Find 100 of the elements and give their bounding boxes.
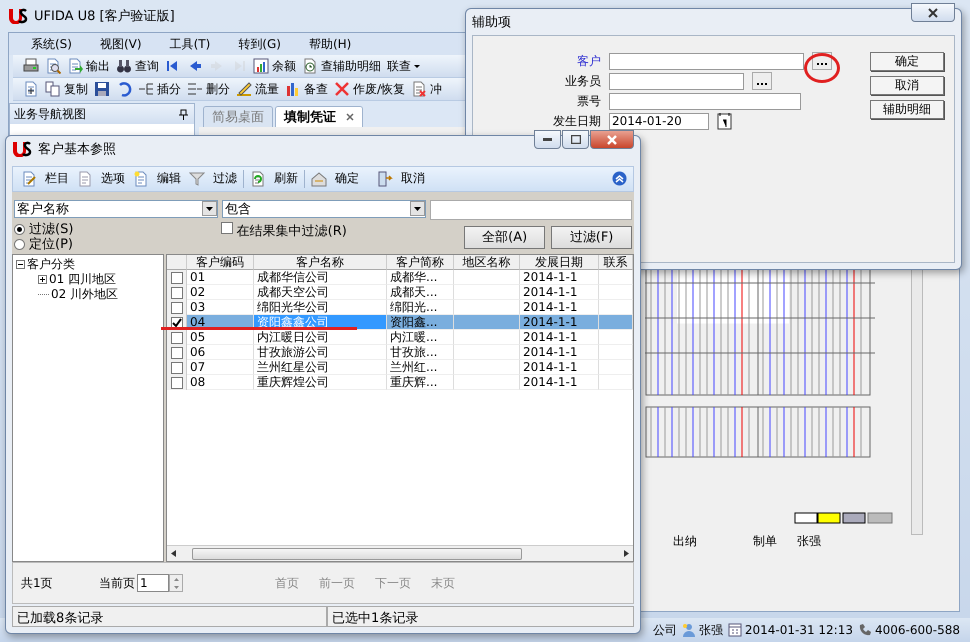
table-cell: 绵阳光... (387, 300, 454, 316)
scroll-right-icon (624, 550, 629, 558)
status-text: 2014-01-31 12:13 (744, 623, 853, 637)
filter-button[interactable]: 过滤(F) (551, 226, 632, 249)
toolbar-button[interactable]: 取消 (375, 169, 427, 188)
row-checkbox[interactable] (170, 346, 182, 359)
table-cell (454, 300, 520, 316)
toolbar-button[interactable]: 过滤 (187, 169, 239, 188)
row-checkbox[interactable] (170, 376, 182, 389)
horizontal-scrollbar[interactable] (167, 545, 633, 562)
table-cell: 内江暖... (387, 330, 454, 346)
toolbar-button[interactable]: 选项 (75, 169, 127, 188)
toolbar-button[interactable]: 编辑 (131, 169, 183, 188)
maximize-button[interactable] (562, 130, 589, 149)
signature-text: 张强 (797, 533, 822, 550)
row-checkbox[interactable] (170, 362, 182, 374)
toolbar-button[interactable]: 栏目 (19, 169, 71, 188)
table-cell: 甘孜旅游公司 (254, 345, 387, 360)
calendar-icon (717, 112, 732, 130)
user-icon (682, 623, 696, 637)
filter-value-field[interactable] (430, 200, 632, 220)
maximize-icon (570, 135, 580, 144)
tree-item[interactable]: 01 四川地区 (16, 272, 160, 288)
new-document-icon (23, 81, 39, 97)
spinner[interactable] (169, 574, 183, 592)
filter-button[interactable]: 全部(A) (464, 226, 546, 249)
clock-document-icon (302, 58, 318, 74)
toolbar-button[interactable] (92, 80, 112, 98)
toolbar-button[interactable]: 流量 (234, 80, 281, 98)
row-checkbox[interactable] (170, 316, 182, 329)
status-text: 已选中1条记录 (326, 606, 634, 627)
checkbox-option[interactable]: 在结果集中过滤(R) (220, 222, 458, 252)
row-checkbox[interactable] (170, 272, 182, 284)
printer-icon (23, 58, 39, 74)
row-checkbox[interactable] (170, 332, 182, 344)
column-header[interactable]: 联系 (599, 255, 633, 270)
row-checkbox[interactable] (170, 286, 182, 299)
field-label: 当前页 (99, 574, 135, 592)
lookup-button[interactable] (752, 72, 772, 90)
toolbar-button[interactable]: 刷新 (248, 169, 300, 188)
column-header[interactable]: 客户编码 (187, 255, 254, 270)
menu-item[interactable]: 视图(V) (96, 34, 146, 54)
toolbar-button[interactable]: 备查 (283, 80, 330, 98)
toolbar-button[interactable]: 确定 (309, 169, 361, 188)
collapse-icon (612, 171, 627, 186)
field-label: 业务员 (564, 72, 601, 90)
input-field[interactable] (609, 72, 744, 90)
toolbar-button[interactable]: 复制 (43, 80, 90, 98)
dialog-button[interactable]: 辅助明细 (870, 100, 944, 119)
radio-option[interactable]: 定位(P) (14, 236, 221, 252)
tab[interactable]: 填制凭证 (275, 106, 363, 127)
toolbar-button[interactable]: 删分 (185, 80, 232, 98)
input-field[interactable] (609, 52, 804, 70)
table-cell: 07 (187, 360, 254, 376)
confirm-icon (311, 170, 327, 187)
dialog-button[interactable]: 取消 (870, 76, 944, 95)
menu-item[interactable]: 转到(G) (234, 34, 285, 54)
operator-select[interactable]: 包含 (222, 200, 426, 218)
highlight-circle-overlay (804, 53, 840, 83)
table-cell: 05 (187, 330, 254, 346)
radio-option[interactable]: 过滤(S) (14, 222, 221, 237)
table-cell: 2014-1-1 (520, 270, 599, 286)
toolbar-button[interactable]: 插分 (136, 80, 183, 98)
page-field[interactable]: 1 (137, 574, 169, 592)
table-cell: 甘孜旅... (387, 345, 454, 360)
dialog-button[interactable]: 确定 (870, 52, 944, 71)
row-checkbox[interactable] (170, 302, 182, 314)
scroll-left-icon (171, 550, 176, 558)
window-title: UFIDA U8 [客户验证版] (34, 8, 175, 25)
toolbar-button[interactable]: 查询 (114, 56, 161, 76)
close-button[interactable] (911, 3, 955, 22)
column-header[interactable]: 地区名称 (454, 255, 520, 270)
minimize-button[interactable] (534, 130, 561, 149)
logo-icon (12, 140, 32, 157)
table-cell (454, 360, 520, 376)
column-header[interactable]: 发展日期 (520, 255, 599, 270)
column-header[interactable]: 客户简称 (387, 255, 454, 270)
table-cell: 02 (187, 285, 254, 300)
toolbar-button[interactable]: 作废/恢复 (332, 80, 408, 98)
minimize-icon (543, 138, 552, 141)
table-cell (454, 375, 520, 390)
toolbar-button[interactable]: 余额 (251, 56, 298, 76)
tree-item[interactable]: 客户分类 (16, 257, 160, 272)
copy-icon (45, 81, 61, 97)
menu-item[interactable]: 帮助(H) (304, 34, 356, 54)
input-field[interactable]: 2014-01-20 (609, 112, 709, 130)
toolbar-button[interactable]: 联查 (385, 56, 422, 76)
field-select[interactable]: 客户名称 (14, 200, 218, 218)
toolbar-button[interactable]: 冲 (409, 80, 444, 98)
table-cell (454, 315, 520, 330)
tree-item[interactable]: 02 川外地区 (16, 287, 160, 302)
menu-item[interactable]: 工具(T) (166, 34, 214, 54)
toolbar-button[interactable]: 输出 (65, 56, 112, 76)
toolbar-button[interactable]: 查辅助明细 (300, 56, 383, 76)
menu-item[interactable]: 系统(S) (27, 34, 76, 54)
table-cell: 重庆辉煌公司 (254, 375, 387, 390)
input-field[interactable] (609, 92, 801, 110)
column-header[interactable]: 客户名称 (254, 255, 387, 270)
options-icon (77, 170, 93, 187)
status-text: 已加载8条记录 (12, 606, 327, 627)
